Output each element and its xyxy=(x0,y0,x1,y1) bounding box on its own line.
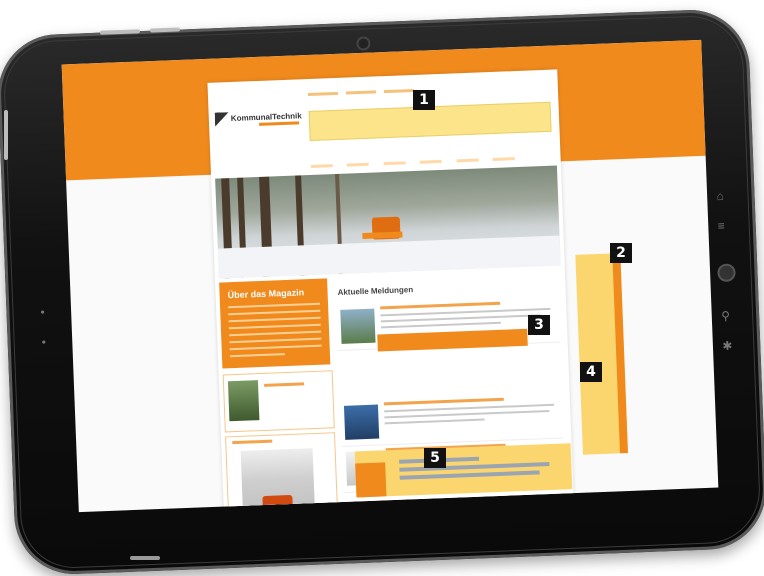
settings-hw-icon[interactable]: ✱ xyxy=(722,339,733,353)
right-sidebar-highlight xyxy=(575,253,628,455)
nav-item[interactable] xyxy=(310,164,333,168)
callout-badge-2: 2 xyxy=(610,243,632,263)
callout-badge-5: 5 xyxy=(424,448,446,468)
nav-item[interactable] xyxy=(456,158,479,163)
bottom-teaser-highlight xyxy=(354,443,573,498)
search-hw-icon[interactable]: ⚲ xyxy=(721,309,730,323)
news-thumbnail xyxy=(343,404,380,440)
site-logo[interactable]: KommunalTechnik xyxy=(214,103,305,134)
about-magazine-box[interactable]: Über das Magazin xyxy=(219,278,331,369)
about-text xyxy=(228,302,322,362)
logo-mark-icon xyxy=(215,112,230,127)
sidebar-thumbnail-box[interactable] xyxy=(222,370,335,433)
magazine-cover-box[interactable] xyxy=(225,432,339,513)
magazine-cover-image xyxy=(240,448,316,513)
nav-item[interactable] xyxy=(419,159,443,164)
left-port-icon-2: • xyxy=(41,334,47,350)
tablet-screen: KommunalTechnik ⌕ Über das Magazin Aktue… xyxy=(61,39,719,513)
main-navigation: ⌕ xyxy=(310,144,551,168)
callout-badge-1: 1 xyxy=(413,90,435,110)
search-icon[interactable]: ⌕ xyxy=(546,144,551,154)
callout-badge-4: 4 xyxy=(580,362,602,382)
news-heading: Aktuelle Meldungen xyxy=(337,285,414,298)
left-edge-button[interactable] xyxy=(4,110,8,160)
sidebar-thumbnail-image xyxy=(227,380,260,422)
back-icon[interactable]: ⌂ xyxy=(716,189,724,203)
hero-image xyxy=(215,165,561,279)
about-title: Über das Magazin xyxy=(227,287,305,301)
callout-badge-3: 3 xyxy=(528,315,550,335)
news-thumbnail xyxy=(340,308,376,344)
nav-item[interactable] xyxy=(492,157,515,161)
nav-item[interactable] xyxy=(347,162,370,167)
menu-icon[interactable]: ≡ xyxy=(717,219,725,233)
nav-item[interactable] xyxy=(383,161,406,166)
bottom-port xyxy=(130,556,160,560)
left-port-icon: • xyxy=(40,304,45,320)
logo-underline xyxy=(259,121,300,126)
